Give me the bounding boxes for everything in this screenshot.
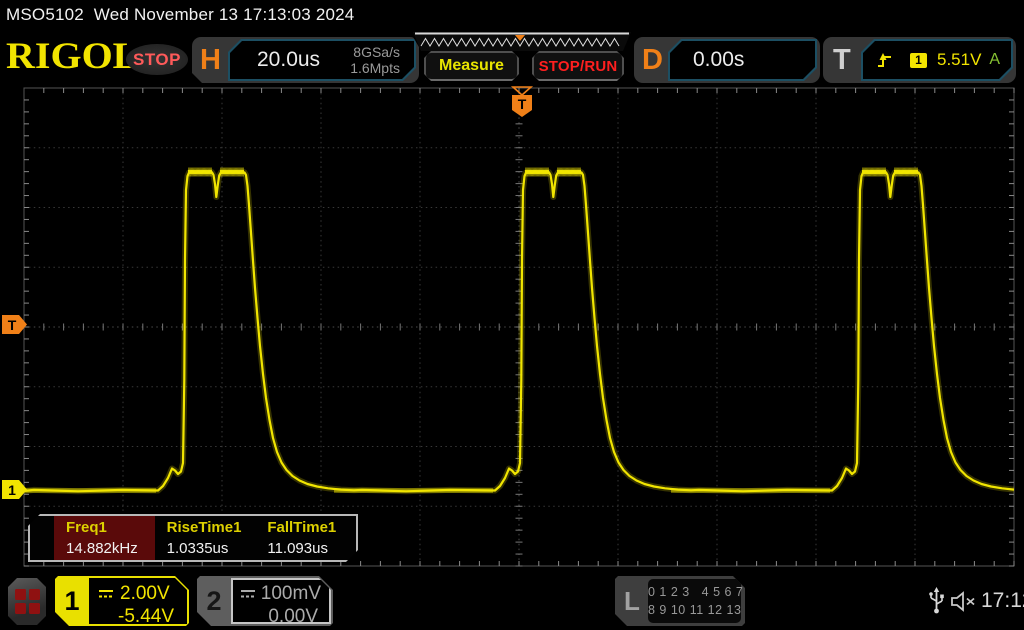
usb-icon [928,587,945,615]
speaker-muted-icon [950,591,978,612]
channel2-status-block[interactable]: 2 100mV 0.00V [197,576,333,626]
channel1-offset-marker[interactable]: 1 [2,480,27,499]
main-menu-button[interactable] [8,578,46,625]
channel1-scale: 2.00V [120,583,170,605]
logic-label: L [624,576,640,626]
trigger-position-marker[interactable]: T [512,87,532,117]
logic-channel-list: 0 1 2 3 4 5 6 7 8 9 10 11 12 13 14 15 [648,579,741,623]
menu-grid-icon [15,589,40,614]
channel2-number: 2 [197,576,231,626]
channel2-offset: 0.00V [231,606,331,628]
measurement-falltime1[interactable]: FallTime1 11.093us [255,516,356,560]
clock: 17:12 [981,589,1024,613]
dc-coupling-icon [98,589,114,599]
channel1-offset: -5.44V [89,606,187,628]
measurement-risetime1[interactable]: RiseTime1 1.0335us [155,516,256,560]
logic-channels-block[interactable]: L 0 1 2 3 4 5 6 7 8 9 10 11 12 13 14 15 [615,576,745,626]
svg-text:T: T [518,96,527,112]
measurement-results-box[interactable]: Freq1 14.882kHz RiseTime1 1.0335us FallT… [28,514,358,562]
svg-text:T: T [8,317,17,333]
measurement-freq1[interactable]: Freq1 14.882kHz [54,516,155,560]
channel1-status-block[interactable]: 1 2.00V -5.44V [55,576,189,626]
oscilloscope-screen: MSO5102 Wed November 13 17:13:03 2024 RI… [0,0,1024,630]
channel1-number: 1 [55,576,89,626]
trigger-level-marker[interactable]: T [2,315,27,334]
channel2-scale: 100mV [261,583,321,605]
dc-coupling-icon [240,589,255,599]
svg-text:1: 1 [8,482,16,498]
